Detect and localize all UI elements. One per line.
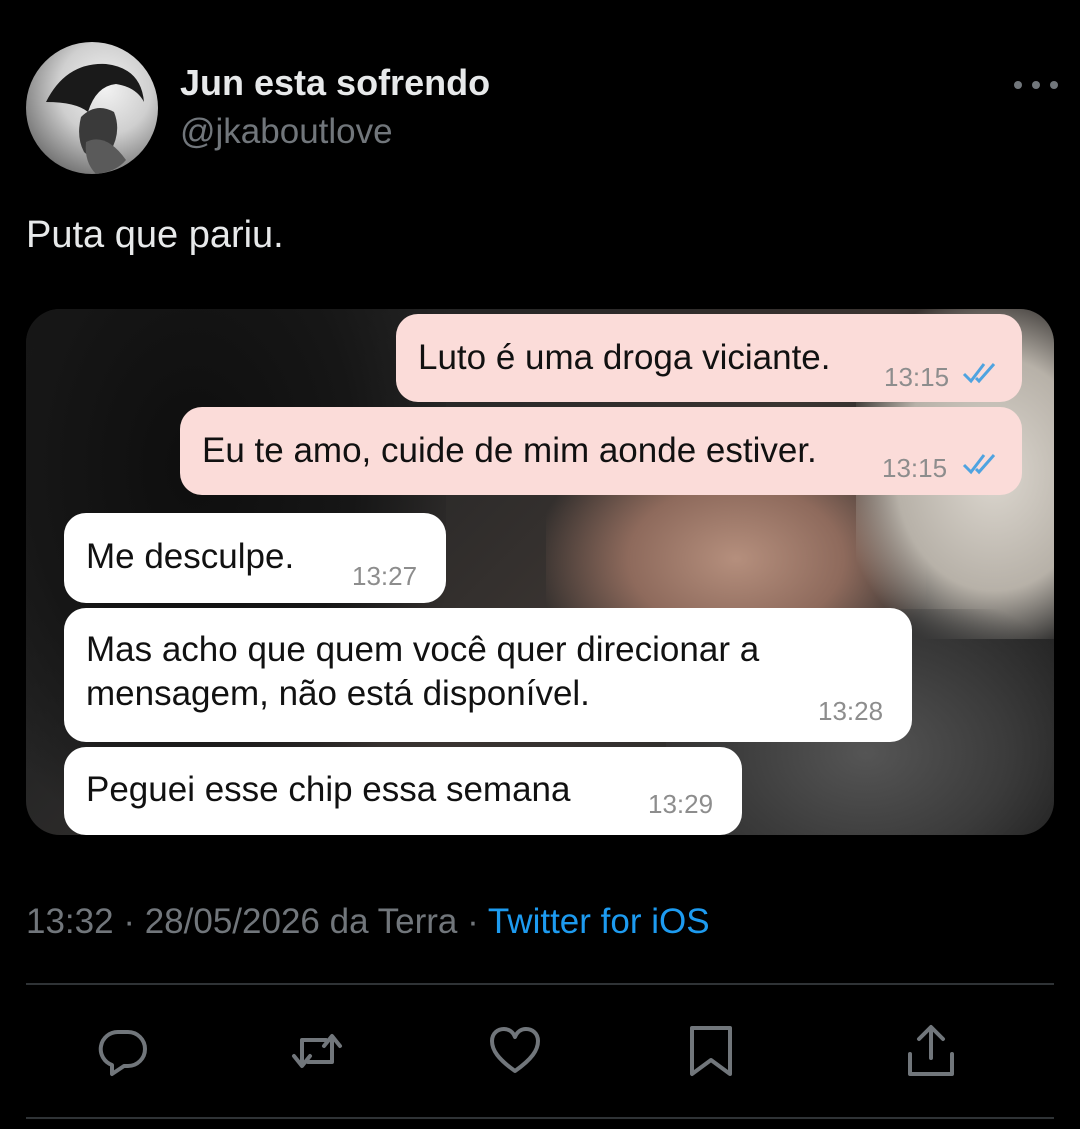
avatar-image bbox=[46, 63, 144, 174]
message-time: 13:15 bbox=[882, 453, 948, 483]
message-text: Me desculpe. bbox=[86, 537, 295, 576]
message-text: mensagem, não está disponível. bbox=[86, 674, 590, 713]
divider bbox=[26, 1117, 1054, 1119]
separator: · bbox=[113, 902, 145, 941]
dot bbox=[1032, 81, 1040, 89]
divider bbox=[26, 983, 1054, 985]
tweet-media[interactable]: Luto é uma droga viciante. 13:15 Eu te a… bbox=[26, 309, 1054, 835]
tweet-date[interactable]: 28/05/2026 bbox=[145, 902, 320, 941]
dot bbox=[1050, 81, 1058, 89]
message-time: 13:15 bbox=[884, 362, 950, 392]
tweet-source-link[interactable]: Twitter for iOS bbox=[488, 902, 710, 941]
message-time: 13:28 bbox=[818, 696, 884, 726]
bookmark-icon[interactable] bbox=[684, 1024, 738, 1078]
message-time: 13:29 bbox=[648, 789, 714, 819]
display-name[interactable]: Jun esta sofrendo bbox=[180, 62, 490, 104]
tweet-metadata: 13:32 · 28/05/2026 da Terra · Twitter fo… bbox=[26, 902, 710, 942]
share-icon[interactable] bbox=[904, 1024, 958, 1078]
chat-bubble-outgoing: Luto é uma droga viciante. 13:15 bbox=[396, 314, 1022, 402]
chat-bubble-incoming: Peguei esse chip essa semana 13:29 bbox=[64, 747, 742, 835]
tweet-location: da Terra bbox=[319, 902, 458, 941]
tweet-time[interactable]: 13:32 bbox=[26, 902, 114, 941]
message-text: Peguei esse chip essa semana bbox=[86, 770, 571, 809]
dot bbox=[1014, 81, 1022, 89]
heart-icon[interactable] bbox=[488, 1024, 542, 1078]
reply-icon[interactable] bbox=[96, 1024, 150, 1078]
chat-bubble-incoming: Mas acho que quem você quer direcionar a… bbox=[64, 608, 912, 742]
user-handle[interactable]: @jkaboutlove bbox=[180, 112, 393, 152]
more-options-icon[interactable] bbox=[1014, 70, 1058, 100]
chat-bubble-incoming: Me desculpe. 13:27 bbox=[64, 513, 446, 603]
retweet-icon[interactable] bbox=[290, 1024, 344, 1078]
chat-bubble-outgoing: Eu te amo, cuide de mim aonde estiver. 1… bbox=[180, 407, 1022, 495]
tweet-text: Puta que pariu. bbox=[26, 214, 284, 256]
message-text: Luto é uma droga viciante. bbox=[418, 338, 831, 377]
separator: · bbox=[457, 902, 488, 941]
read-receipt-icon bbox=[962, 454, 996, 475]
message-text: Eu te amo, cuide de mim aonde estiver. bbox=[202, 431, 817, 470]
avatar[interactable] bbox=[26, 42, 158, 174]
message-time: 13:27 bbox=[352, 561, 418, 591]
message-text: Mas acho que quem você quer direcionar a bbox=[86, 630, 760, 669]
read-receipt-icon bbox=[962, 363, 996, 384]
